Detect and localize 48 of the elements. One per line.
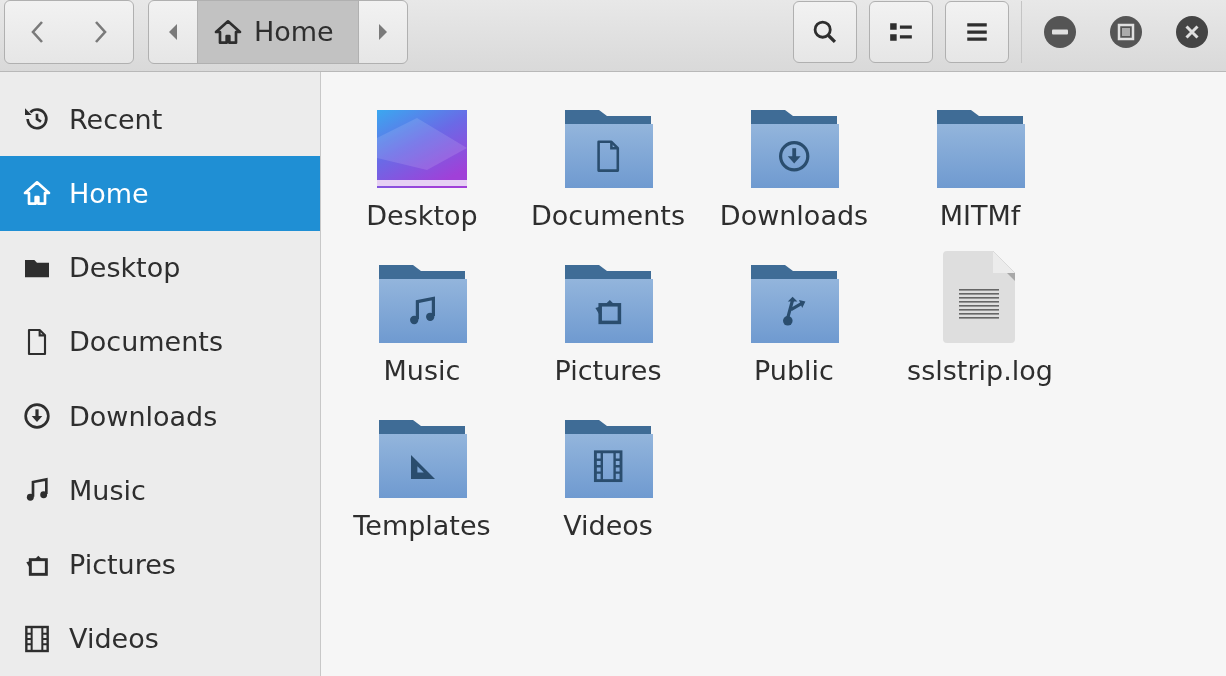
menu-button[interactable] <box>945 0 1009 63</box>
file-name: Downloads <box>719 200 869 231</box>
path-button[interactable]: Home <box>197 0 359 63</box>
file-item[interactable]: Public <box>701 247 887 402</box>
close-icon <box>1176 15 1208 48</box>
file-item[interactable]: Templates <box>329 402 515 557</box>
downloads-folder-icon <box>749 108 839 188</box>
maximize-button[interactable] <box>1110 15 1142 48</box>
file-item[interactable]: Videos <box>515 402 701 557</box>
sidebar-item[interactable]: Pictures <box>0 527 320 602</box>
maximize-icon <box>1110 15 1142 48</box>
file-name: Pictures <box>554 355 662 386</box>
file-name: sslstrip.log <box>907 355 1053 386</box>
public-folder-icon <box>749 263 839 343</box>
folder-icon <box>935 108 1025 188</box>
file-name: Desktop <box>366 200 478 231</box>
sidebar-item[interactable]: Desktop <box>0 230 320 305</box>
file-item[interactable]: MITMf <box>887 92 1073 247</box>
file-item[interactable]: Pictures <box>515 247 701 402</box>
templates-folder-icon <box>377 418 467 498</box>
documents-folder-icon <box>563 108 653 188</box>
sidebar-item[interactable]: Downloads <box>0 379 320 454</box>
file-name: Music <box>383 355 461 386</box>
file-item[interactable]: Documents <box>515 92 701 247</box>
file-item[interactable]: Downloads <box>701 92 887 247</box>
pictures-folder-icon <box>563 263 653 343</box>
file-name: Templates <box>353 510 491 541</box>
minimize-button[interactable] <box>1044 15 1076 48</box>
file-item[interactable]: Music <box>329 247 515 402</box>
sidebar-item[interactable]: Home <box>0 156 320 231</box>
sidebar-item[interactable]: Music <box>0 453 320 528</box>
file-item[interactable]: Desktop <box>329 92 515 247</box>
sidebar-item[interactable]: Recent <box>0 82 320 157</box>
sidebar-item[interactable]: Videos <box>0 601 320 676</box>
file-item[interactable]: sslstrip.log <box>887 247 1073 402</box>
search-button[interactable] <box>793 0 857 63</box>
text-file-icon <box>943 251 1017 343</box>
file-name: Public <box>754 355 834 386</box>
view-toggle-button[interactable] <box>869 0 933 63</box>
file-name: Documents <box>531 200 685 231</box>
file-name: Videos <box>563 510 653 541</box>
minimize-icon <box>1044 15 1076 48</box>
file-name: MITMf <box>939 200 1021 231</box>
videos-folder-icon <box>563 418 653 498</box>
close-button[interactable] <box>1176 15 1208 48</box>
triangle-right-icon <box>376 21 389 42</box>
sidebar-item[interactable]: Documents <box>0 304 320 379</box>
music-folder-icon <box>377 263 467 343</box>
